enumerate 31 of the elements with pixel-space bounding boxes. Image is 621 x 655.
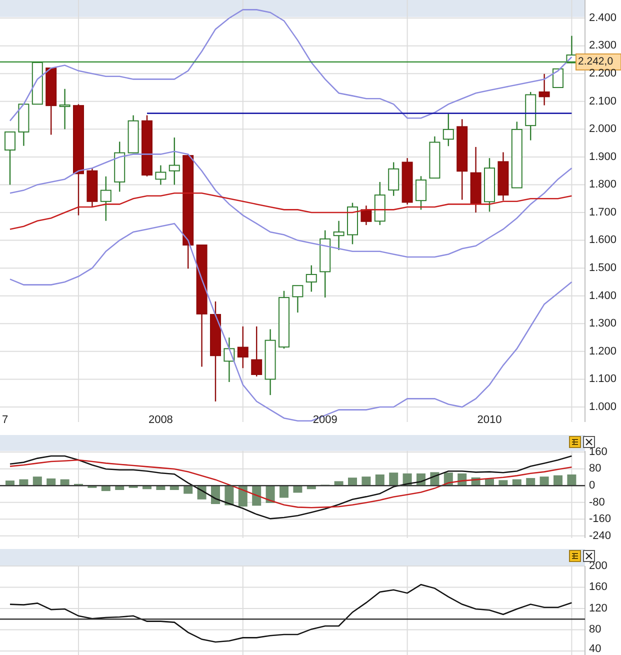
axis-label: 200 <box>589 560 608 572</box>
axis-label: 1.600 <box>589 234 617 246</box>
axis-label: 7 <box>2 414 8 426</box>
axis-label: 1.300 <box>589 318 617 330</box>
axis-label: 2.000 <box>589 123 617 136</box>
axis-label: 1.500 <box>589 262 617 274</box>
axis-label: -160 <box>589 513 612 526</box>
axis-label: 160 <box>589 446 608 458</box>
axis-label: 1.200 <box>589 345 617 358</box>
axis-label: 160 <box>589 581 608 594</box>
axis-label: 1.800 <box>589 178 617 191</box>
axis-label: 2008 <box>148 414 173 426</box>
axis-label: 120 <box>589 602 608 614</box>
axis-label: 2.300 <box>589 40 617 52</box>
axis-label: 1.000 <box>589 400 617 413</box>
axis-label: 1.100 <box>589 373 617 386</box>
axis-label: 40 <box>589 642 602 655</box>
axis-label: -80 <box>589 496 605 508</box>
axis-label: 80 <box>589 462 602 475</box>
axis-label: 2.400 <box>589 12 617 24</box>
axis-label: 1.900 <box>589 150 617 163</box>
axis-label: 1.400 <box>589 290 617 302</box>
axis-label: -240 <box>589 530 612 542</box>
axis-label: 2010 <box>477 414 502 426</box>
axis-label: 2.100 <box>589 95 617 108</box>
axis-label: 2.200 <box>589 68 617 80</box>
axis-label: 2009 <box>312 414 338 426</box>
axis-label: 1.700 <box>589 206 617 218</box>
annotation: 2.242,0 <box>578 56 614 68</box>
axis-label: 80 <box>589 624 602 636</box>
axis-label: 0 <box>589 480 596 492</box>
